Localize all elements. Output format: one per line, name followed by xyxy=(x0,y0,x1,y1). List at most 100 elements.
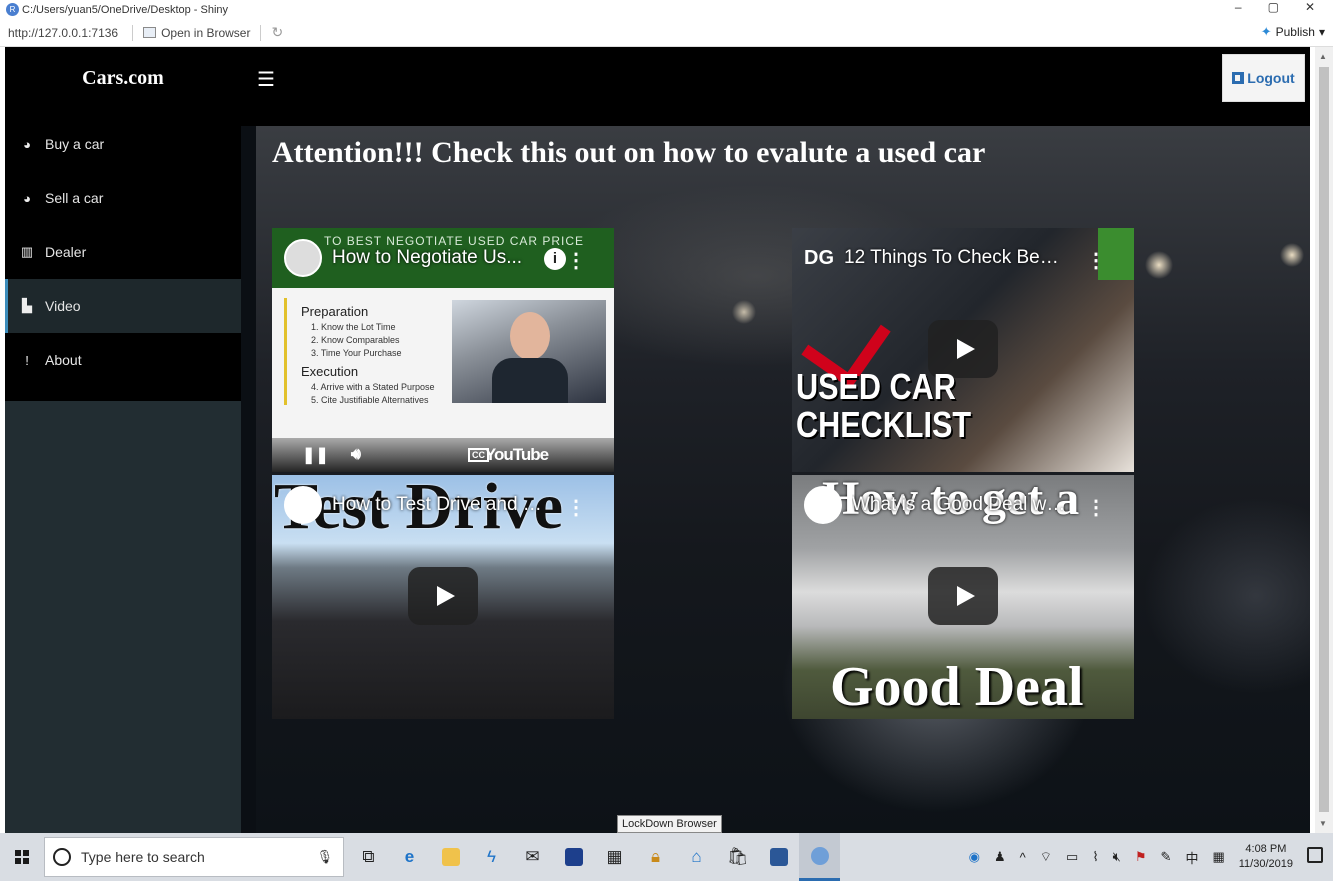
channel-avatar[interactable] xyxy=(284,239,322,277)
open-in-browser-button[interactable]: Open in Browser xyxy=(139,26,254,40)
taskbar-search-box[interactable]: Type here to search 🎙︎ xyxy=(44,837,344,877)
presenter-face xyxy=(510,312,550,360)
page-scrollbar[interactable]: ▲ ▼ xyxy=(1315,47,1333,833)
sidebar-item-about[interactable]: ! About xyxy=(5,333,241,387)
channel-logo[interactable]: DG xyxy=(804,247,834,270)
browser-window-icon xyxy=(143,27,157,38)
r-app-icon: R xyxy=(6,3,19,16)
file-explorer-icon[interactable] xyxy=(430,833,471,881)
calendar-icon[interactable]: ▦ xyxy=(594,833,635,881)
play-button[interactable] xyxy=(408,567,478,625)
sidebar-item-label: About xyxy=(45,352,82,368)
video-embed-test-drive[interactable]: Test Drive How to Test Drive and Bu... ⋮ xyxy=(272,475,614,719)
system-clock[interactable]: 4:08 PM 11/30/2019 xyxy=(1239,842,1293,872)
captions-button[interactable]: CC xyxy=(468,448,489,462)
pen-icon[interactable]: ✎ xyxy=(1161,849,1172,865)
exclamation-icon: ! xyxy=(25,352,29,368)
volume-icon[interactable]: 🔊︎ xyxy=(351,446,361,464)
slide-heading: Preparation xyxy=(301,304,369,319)
minimize-button[interactable]: – xyxy=(1235,0,1242,14)
video-header: DG 12 Things To Check Befor... xyxy=(792,228,1134,288)
hamburger-menu-icon[interactable]: ☰ xyxy=(257,67,275,92)
sidebar-item-video[interactable]: ▙ Video xyxy=(5,279,241,333)
clock-time: 4:08 PM xyxy=(1245,843,1287,855)
word-icon[interactable] xyxy=(758,833,799,881)
dashboard-icon: ◕ xyxy=(23,136,31,152)
lockdown-browser-icon[interactable]: 🔒︎ xyxy=(635,833,676,881)
channel-avatar[interactable] xyxy=(284,486,322,524)
sidebar: Cars.com ◕ Buy a car ◕ Sell a car ▥ Deal… xyxy=(5,47,241,833)
divider xyxy=(132,24,134,41)
mail-icon[interactable]: ✉ xyxy=(512,833,553,881)
people-icon[interactable]: ♟ xyxy=(994,849,1006,865)
scroll-down-icon[interactable]: ▼ xyxy=(1319,819,1327,828)
windows-taskbar: Type here to search 🎙︎ ⧉ e ϟ ✉ ▦ 🔒︎ ⌂ 🛍︎… xyxy=(0,833,1333,881)
app-icon[interactable] xyxy=(553,833,594,881)
keyboard-icon[interactable]: ▦ xyxy=(1212,849,1224,865)
battery-icon[interactable]: ▭ xyxy=(1066,849,1078,865)
more-options-icon[interactable]: ⋮ xyxy=(1086,495,1106,520)
security-icon[interactable]: ⚑ xyxy=(1135,849,1147,865)
store-icon[interactable]: 🛍︎ xyxy=(717,833,758,881)
dashboard-icon: ◕ xyxy=(23,190,31,206)
close-button[interactable]: ✕ xyxy=(1305,0,1315,14)
more-options-icon[interactable]: ⋮ xyxy=(566,248,586,273)
video-panel: Attention!!! Check this out on how to ev… xyxy=(256,126,1310,833)
page-title: Attention!!! Check this out on how to ev… xyxy=(272,136,986,169)
window-title: C:/Users/yuan5/OneDrive/Desktop - Shiny xyxy=(22,3,229,16)
microphone-icon[interactable]: 🎙︎ xyxy=(316,849,333,865)
task-view-icon[interactable]: ⧉ xyxy=(348,833,389,881)
edge-icon[interactable]: e xyxy=(389,833,430,881)
show-hidden-icons-icon[interactable]: ^ xyxy=(1020,850,1026,865)
info-icon[interactable]: i xyxy=(544,248,566,270)
logout-button[interactable]: Logout xyxy=(1222,54,1305,102)
home-app-icon[interactable]: ⌂ xyxy=(676,833,717,881)
sidebar-item-sell-a-car[interactable]: ◕ Sell a car xyxy=(5,171,241,225)
video-embed-negotiate[interactable]: TO BEST NEGOTIATE USED CAR PRICE How to … xyxy=(272,228,614,472)
channel-avatar[interactable] xyxy=(804,486,842,524)
rstudio-icon[interactable] xyxy=(799,833,840,881)
presenter-image xyxy=(452,300,606,403)
chevron-down-icon: ▾ xyxy=(1318,25,1325,39)
video-embed-good-deal[interactable]: How to get a What is a Good Deal whe... … xyxy=(792,475,1134,719)
wifi-icon[interactable]: ⌇ xyxy=(1092,849,1098,865)
more-options-icon[interactable]: ⋮ xyxy=(1086,248,1106,273)
slide-item: 5. Cite Justifiable Alternatives xyxy=(311,395,429,405)
slide-item: 1. Know the Lot Time xyxy=(311,322,396,332)
notification-center-icon[interactable] xyxy=(1307,847,1323,863)
help-icon[interactable]: ◉ xyxy=(969,849,980,865)
video-embed-checklist[interactable]: DG 12 Things To Check Befor... ⋮ USED CA… xyxy=(792,228,1134,472)
system-tray: ◉ ♟ ^ ⌔ ▭ ⌇ 🔇︎ ⚑ ✎ 中 ▦ 4:08 PM 11/30/201… xyxy=(969,833,1293,881)
sidebar-item-label: Video xyxy=(45,298,81,314)
refresh-icon[interactable]: ↻ xyxy=(267,24,287,41)
network-icon[interactable]: ⌔ xyxy=(1040,849,1052,865)
sidebar-item-buy-a-car[interactable]: ◕ Buy a car xyxy=(5,117,241,171)
play-button[interactable] xyxy=(928,567,998,625)
search-placeholder: Type here to search xyxy=(81,849,205,865)
youtube-logo[interactable]: YouTube xyxy=(485,445,549,465)
publish-button[interactable]: ✦ Publish ▾ xyxy=(1261,24,1325,40)
volume-mute-icon[interactable]: 🔇︎ xyxy=(1113,849,1121,865)
publish-icon: ✦ xyxy=(1260,24,1272,39)
video-title[interactable]: What is a Good Deal whe... xyxy=(852,494,1072,516)
sidebar-item-dealer[interactable]: ▥ Dealer xyxy=(5,225,241,279)
slide-item: 4. Arrive with a Stated Purpose xyxy=(311,382,435,392)
windows-logo-icon xyxy=(15,850,29,864)
map-icon: ▥ xyxy=(20,244,34,259)
maximize-button[interactable]: ▢ xyxy=(1268,0,1279,14)
lightning-app-icon[interactable]: ϟ xyxy=(471,833,512,881)
video-title[interactable]: How to Test Drive and Bu... xyxy=(332,494,552,516)
slide-content: Preparation 1. Know the Lot Time 2. Know… xyxy=(284,298,464,405)
window-controls: – ▢ ✕ xyxy=(1235,0,1315,14)
pause-icon[interactable]: ❚❚ xyxy=(302,445,329,465)
thumbnail-overlay-text: USED CAR CHECKLIST xyxy=(796,368,971,444)
video-title[interactable]: 12 Things To Check Befor... xyxy=(844,247,1064,269)
language-icon[interactable]: 中 xyxy=(1185,848,1198,867)
brand-logo[interactable]: Cars.com xyxy=(5,47,241,109)
scroll-up-icon[interactable]: ▲ xyxy=(1319,52,1327,61)
more-options-icon[interactable]: ⋮ xyxy=(566,495,586,520)
start-button[interactable] xyxy=(0,833,44,881)
sidebar-item-label: Sell a car xyxy=(45,190,104,206)
video-title[interactable]: How to Negotiate Us... xyxy=(332,247,552,269)
scrollbar-thumb[interactable] xyxy=(1319,67,1329,812)
